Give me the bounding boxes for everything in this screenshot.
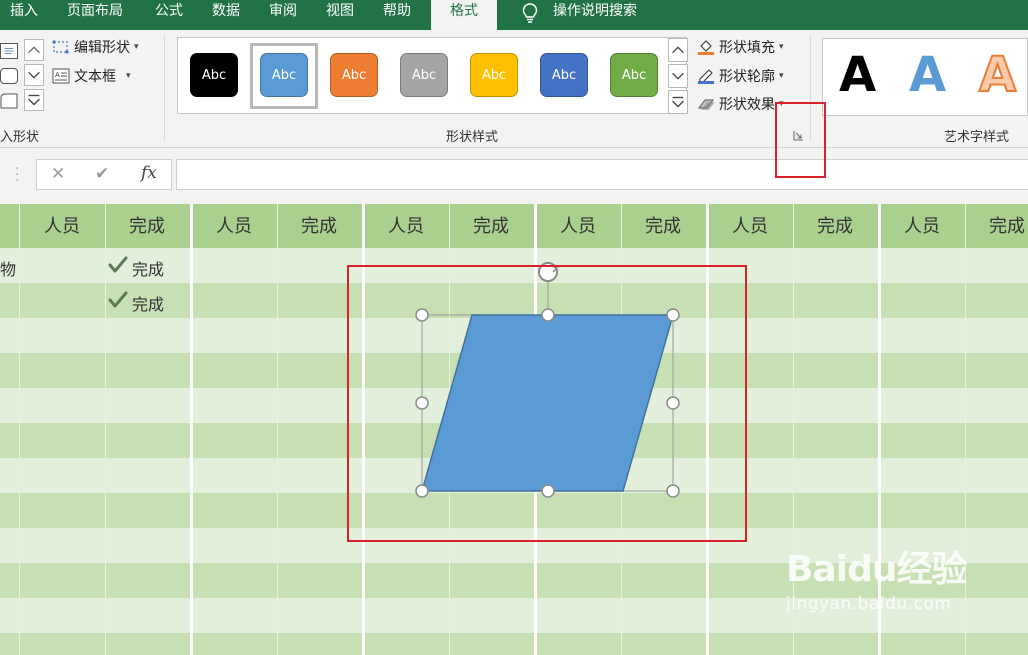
annotation-highlight-launcher [775,102,826,178]
baidu-watermark: Baidu经验 jingyan.baidu.com [786,540,967,614]
watermark-logo-text: Baidu经验 [786,549,967,590]
annotation-highlight-shape [347,265,747,542]
watermark-url: jingyan.baidu.com [786,594,952,614]
